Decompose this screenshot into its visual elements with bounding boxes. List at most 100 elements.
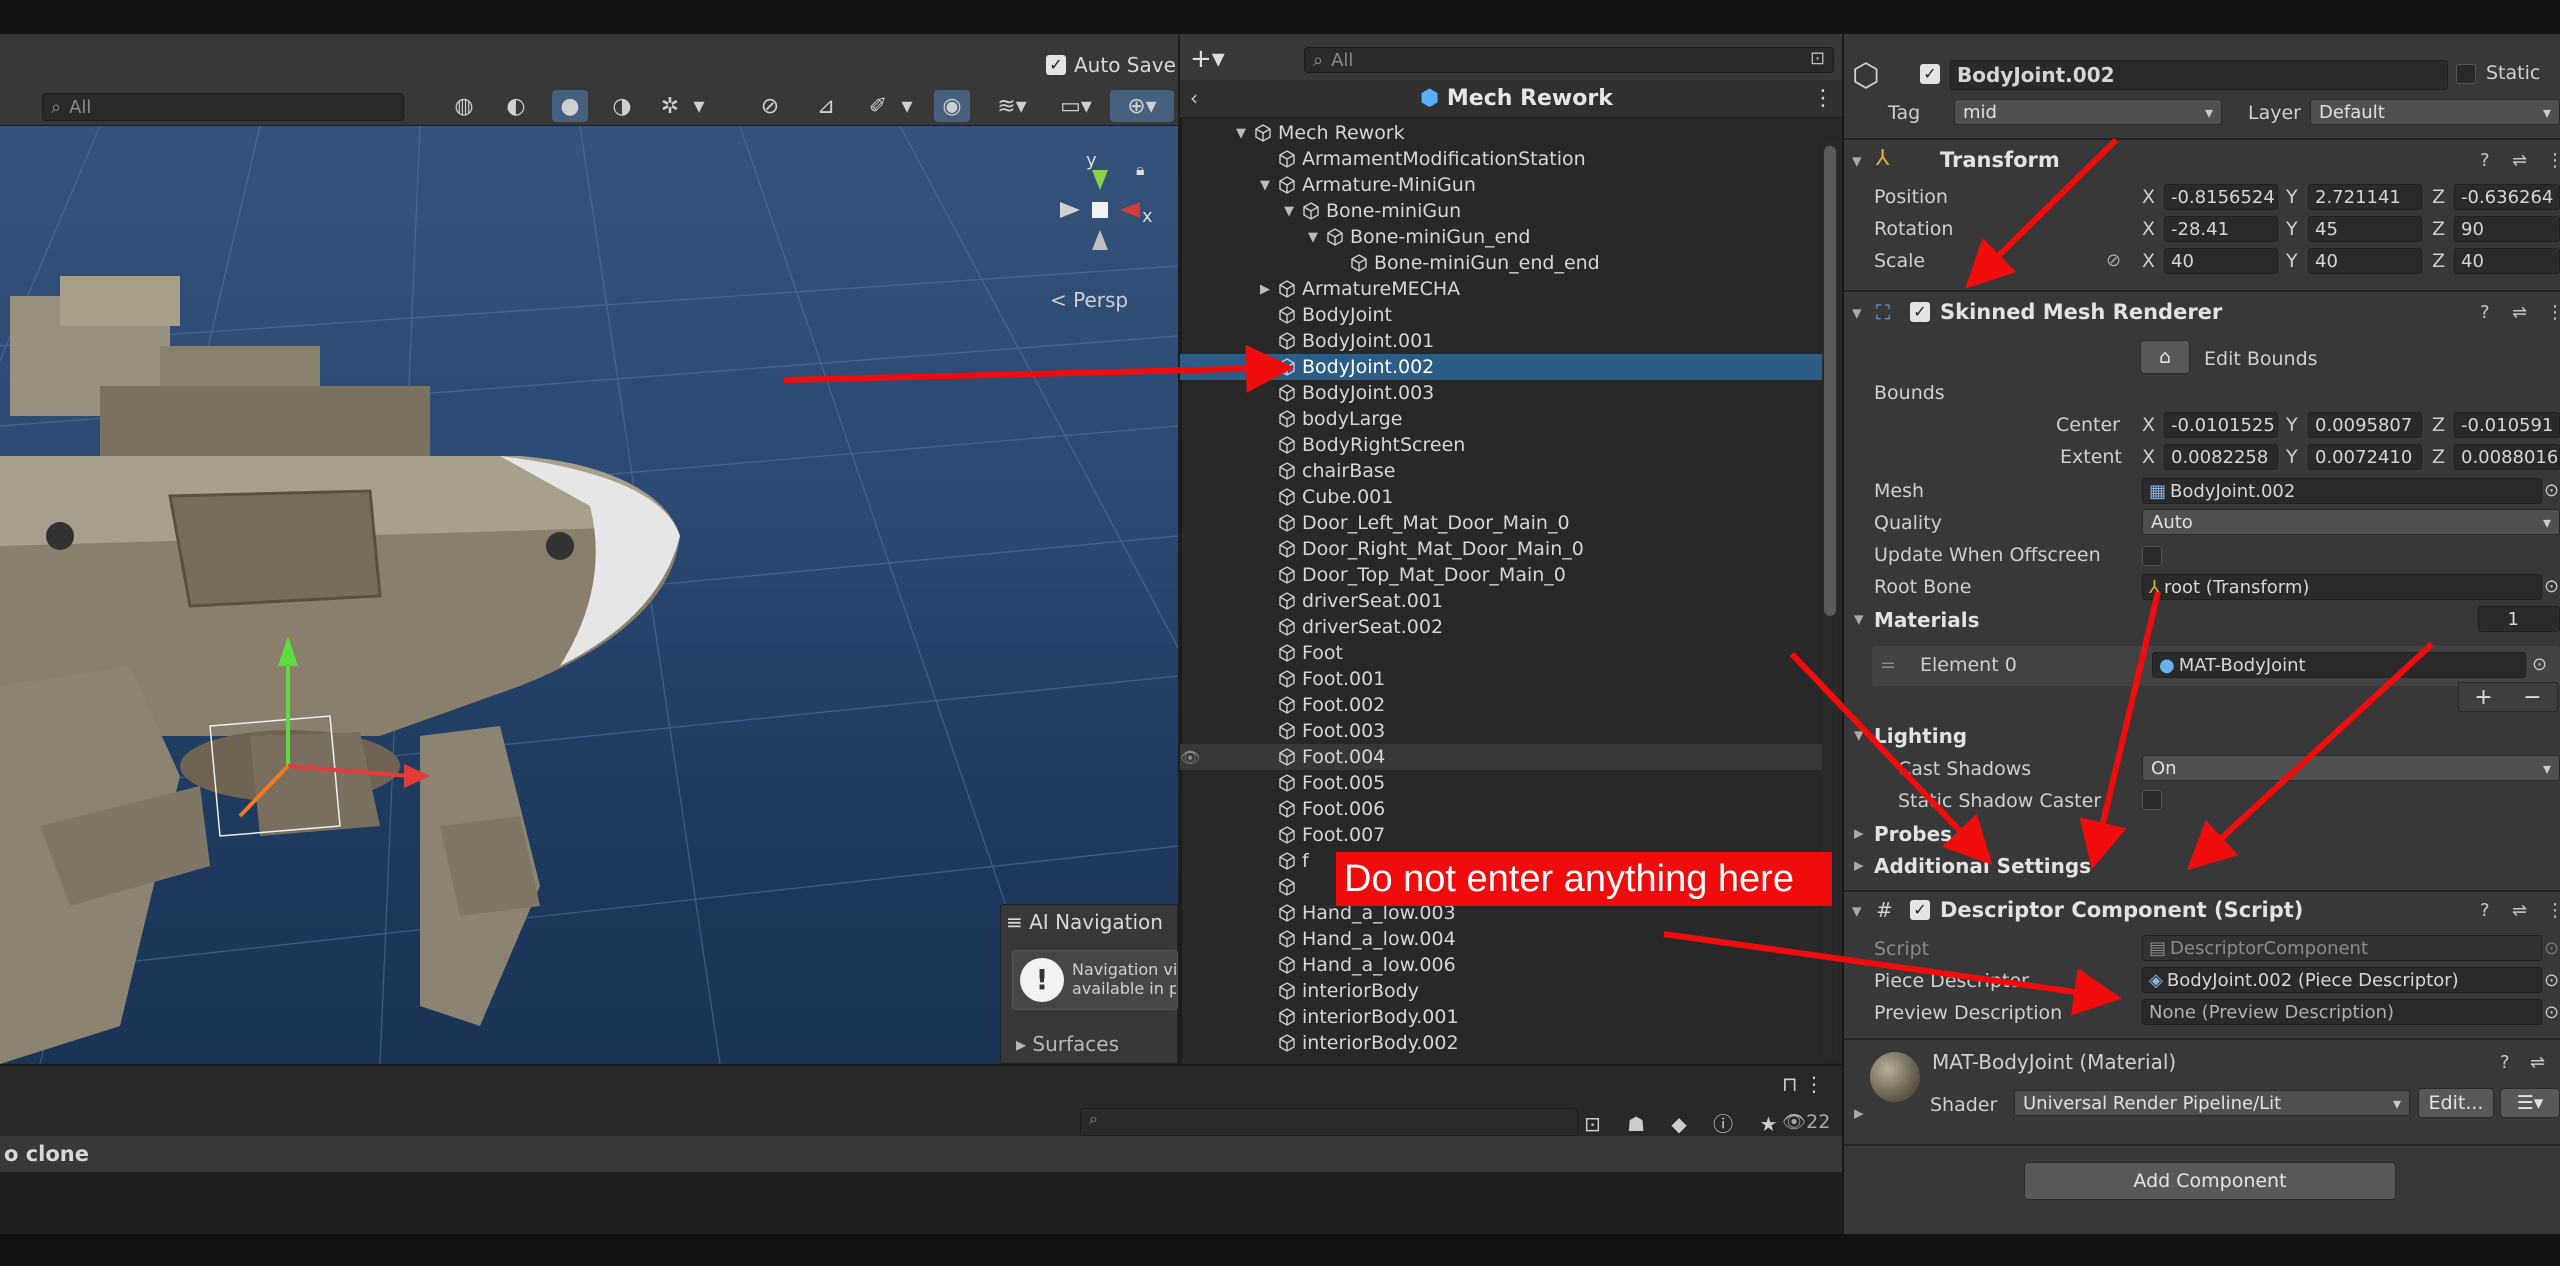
foldout-arrow-icon[interactable]: ▾ [1852,302,1862,324]
more-menu-icon[interactable]: ⋮ [2546,900,2560,921]
visibility-eye-icon[interactable]: 👁︎ [1180,748,1200,767]
materials-count-field[interactable]: 1 [2478,606,2560,632]
foldout-arrow-icon[interactable]: ▾ [1852,150,1862,172]
extent-z-field[interactable]: 0.0088016 [2454,444,2560,470]
surfaces-foldout[interactable]: ▸ Surfaces [1016,1032,1119,1056]
drag-handle-icon[interactable]: = [1880,654,1896,676]
position-z-field[interactable]: -0.636264 [2454,184,2560,210]
piece-descriptor-field[interactable]: ◈ BodyJoint.002 (Piece Descriptor) [2142,967,2542,993]
remove-element-button[interactable]: − [2523,685,2541,710]
visibility-eye-icon[interactable]: ◉ [934,90,970,122]
hierarchy-row[interactable]: ▼ Bone-miniGun [1180,198,1822,224]
foldout-arrow-icon[interactable]: ▸ [1854,1102,1864,1124]
audio-off-icon[interactable]: ⊿ [808,90,844,122]
center-x-field[interactable]: -0.0101525 [2164,412,2278,438]
hierarchy-row[interactable]: Door_Top_Mat_Door_Main_0 [1180,562,1822,588]
foldout-arrow-icon[interactable]: ▶ [1260,282,1274,297]
lighting-label[interactable]: Lighting [1874,724,1967,748]
probes-label[interactable]: Probes [1874,822,1952,846]
foldout-arrow-icon[interactable]: ▸ [1854,854,1864,876]
lock-icon[interactable]: ⊓ ⋮ [1782,1072,1824,1096]
center-y-field[interactable]: 0.0095807 [2308,412,2422,438]
hierarchy-row[interactable]: Foot.001 [1180,666,1822,692]
hierarchy-row[interactable]: interiorBody.001 [1180,1004,1822,1030]
scene-search-input[interactable]: ⌕ All [42,93,404,121]
scale-x-field[interactable]: 40 [2164,248,2278,274]
static-checkbox[interactable] [2456,64,2476,84]
descriptor-enabled-checkbox[interactable]: ✓ [1910,900,1930,920]
hierarchy-row[interactable]: ArmamentModificationStation [1180,146,1822,172]
gizmos-icon[interactable]: ⊕▾ [1110,90,1174,122]
project-search-input[interactable]: ⌕ [1080,1108,1578,1136]
hierarchy-row[interactable]: Cube.001 [1180,484,1822,510]
smr-enabled-checkbox[interactable]: ✓ [1910,302,1930,322]
object-picker-icon[interactable]: ⊙ [2544,1002,2559,1023]
more-menu-icon[interactable]: ⋮ [1812,86,1834,111]
hierarchy-row[interactable]: ▼ Armature-MiniGun [1180,172,1822,198]
layer-dropdown[interactable]: Default [2310,99,2560,125]
hierarchy-row[interactable]: Door_Right_Mat_Door_Main_0 [1180,536,1822,562]
position-y-field[interactable]: 2.721141 [2308,184,2422,210]
object-picker-icon[interactable]: ⊙ [2544,576,2559,597]
hierarchy-row[interactable]: BodyJoint [1180,302,1822,328]
textured-sphere-icon[interactable]: ◑ [604,90,640,122]
link-scale-icon[interactable]: ⊘ [2106,250,2121,271]
hierarchy-row[interactable]: interiorBody [1180,978,1822,1004]
scale-y-field[interactable]: 40 [2308,248,2422,274]
hierarchy-row[interactable]: ▼ Bone-miniGun_end [1180,224,1822,250]
hierarchy-row[interactable]: interiorBody.002 [1180,1030,1822,1056]
more-menu-icon[interactable]: ⋮ [2546,302,2560,323]
project-filter-icons[interactable]: ⊡ ☗ ◆ ⓘ ★ [1584,1108,1787,1137]
object-picker-icon[interactable]: ⊙ [2544,480,2559,501]
foldout-arrow-icon[interactable]: ▼ [1260,178,1274,193]
hierarchy-row[interactable]: Foot [1180,640,1822,666]
scale-z-field[interactable]: 40 [2454,248,2560,274]
help-icon[interactable]: ? [2500,1052,2510,1073]
perspective-label[interactable]: < Persp [1050,288,1128,312]
effects-icon[interactable]: ✐ [860,90,896,122]
hierarchy-scroll-thumb[interactable] [1824,146,1836,616]
quality-dropdown[interactable]: Auto [2142,509,2560,535]
shader-edit-button[interactable]: Edit... [2418,1088,2494,1118]
preset-icon[interactable]: ⇌ [2512,150,2527,171]
hierarchy-row[interactable]: Hand_a_low.006 [1180,952,1822,978]
help-icon[interactable]: ? [2480,900,2490,921]
add-element-button[interactable]: + [2474,685,2492,710]
object-picker-icon[interactable]: ⊙ [2544,970,2559,991]
hierarchy-row[interactable]: ▶ ArmatureMECHA [1180,276,1822,302]
descriptor-title[interactable]: Descriptor Component (Script) [1940,898,2303,922]
foldout-arrow-icon[interactable]: ▼ [1284,204,1298,219]
position-x-field[interactable]: -0.8156524 [2164,184,2278,210]
active-checkbox[interactable]: ✓ [1920,64,1940,84]
hierarchy-row[interactable]: BodyRightScreen [1180,432,1822,458]
rotation-x-field[interactable]: -28.41 [2164,216,2278,242]
preview-description-field[interactable]: None (Preview Description) [2142,999,2542,1025]
mech-model[interactable] [0,276,680,1064]
add-plus-icon[interactable]: +▾ [1190,44,1225,74]
hierarchy-row[interactable]: Foot.007 [1180,822,1822,848]
hierarchy-row[interactable]: chairBase [1180,458,1822,484]
hierarchy-row[interactable]: BodyJoint.002 [1180,354,1822,380]
more-menu-icon[interactable]: ⋮ [2546,150,2560,171]
extent-x-field[interactable]: 0.0082258 [2164,444,2278,470]
element0-material-field[interactable]: ● MAT-BodyJoint [2152,652,2526,678]
debug-bug-icon[interactable]: ✲ [652,90,688,122]
hierarchy-row[interactable]: ▼ Mech Rework [1180,120,1822,146]
cast-shadows-dropdown[interactable]: On [2142,755,2560,781]
help-icon[interactable]: ? [2480,302,2490,323]
auto-save-checkbox[interactable]: ✓ [1046,55,1066,75]
help-icon[interactable]: ? [2480,150,2490,171]
edit-bounds-button[interactable]: ⌂ [2140,340,2190,374]
hierarchy-row[interactable]: Foot.003 [1180,718,1822,744]
hierarchy-row[interactable]: driverSeat.002 [1180,614,1822,640]
hierarchy-row[interactable]: Bone-miniGun_end_end [1180,250,1822,276]
hierarchy-row[interactable]: bodyLarge [1180,406,1822,432]
hierarchy-row[interactable]: Hand_a_low.004 [1180,926,1822,952]
static-shadow-caster-checkbox[interactable] [2142,790,2162,810]
materials-label[interactable]: Materials [1874,608,1980,632]
foldout-arrow-icon[interactable]: ▾ [1854,608,1864,630]
lock-icon[interactable]: 🔒︎ [1136,160,1145,180]
hierarchy-row[interactable]: Foot.004 [1180,744,1822,770]
hierarchy-row[interactable]: BodyJoint.001 [1180,328,1822,354]
lighting-off-icon[interactable]: ⊘ [752,90,788,122]
